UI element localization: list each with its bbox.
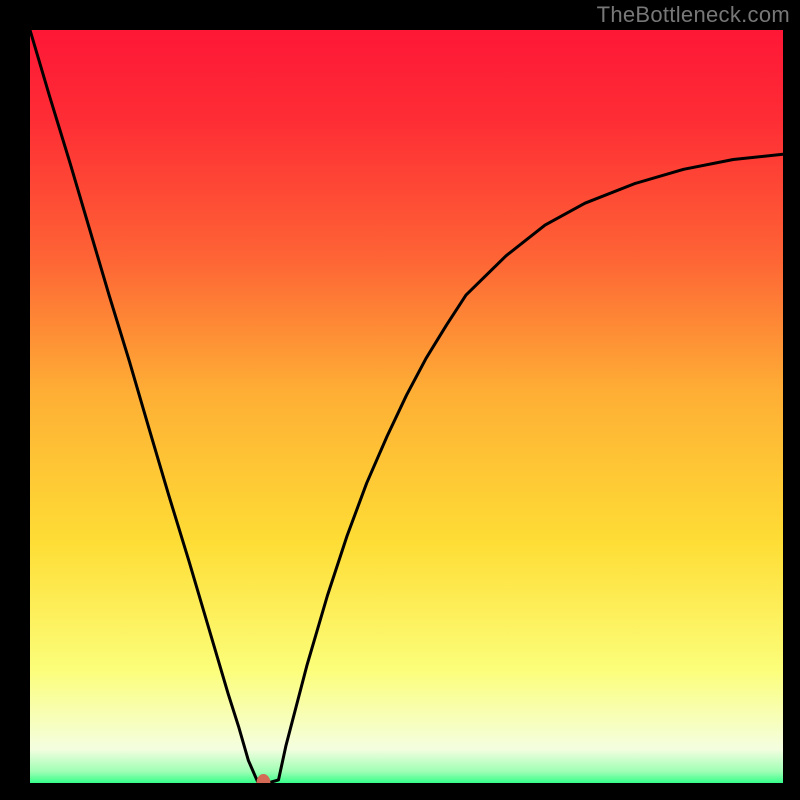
watermark-text: TheBottleneck.com xyxy=(597,2,790,28)
plot-svg xyxy=(30,30,783,783)
chart-frame: TheBottleneck.com xyxy=(0,0,800,800)
plot-area xyxy=(30,30,783,783)
